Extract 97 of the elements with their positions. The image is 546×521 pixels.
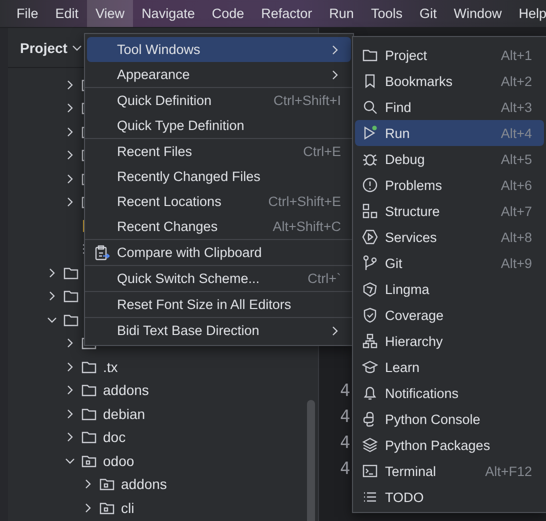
menu-bar-item[interactable]: Navigate xyxy=(133,0,204,27)
tree-item-label[interactable]: addons xyxy=(103,382,149,398)
menu-item[interactable]: Reset Font Size in All Editors xyxy=(87,292,351,317)
menu-bar-item[interactable]: View xyxy=(87,0,134,27)
tree-item-label[interactable]: addons xyxy=(121,476,167,492)
folder-icon xyxy=(63,266,79,280)
folder-icon xyxy=(63,289,79,304)
tree-item-label[interactable]: doc xyxy=(103,429,126,446)
hierarchy-icon xyxy=(362,333,378,349)
menu-item[interactable]: Debug Alt+5 xyxy=(355,146,544,172)
panel-title[interactable]: Project xyxy=(20,40,68,56)
menu-item[interactable]: Recent Files Ctrl+E xyxy=(87,139,351,164)
line-number: 4 xyxy=(340,380,350,403)
menu-item[interactable]: Tool Windows xyxy=(87,37,351,62)
menu-bar-item[interactable]: Code xyxy=(203,0,253,27)
structure-icon xyxy=(362,203,378,219)
chevron-right-icon xyxy=(48,291,56,302)
graduation-cap-icon xyxy=(362,359,378,375)
clipboard-compare-icon xyxy=(94,244,110,260)
chevron-down-icon xyxy=(47,316,57,324)
line-number: 4 xyxy=(340,458,350,481)
swirl-icon xyxy=(362,281,378,297)
tree-item-label[interactable]: debian xyxy=(103,406,146,422)
chevron-right-icon xyxy=(66,126,74,137)
menu-bar-item[interactable]: Help xyxy=(510,0,546,27)
folder-icon xyxy=(81,406,97,421)
chevron-right-icon xyxy=(66,385,74,396)
menu-bar-item[interactable]: Edit xyxy=(46,0,88,27)
tree-item-label[interactable]: .tx xyxy=(103,358,118,375)
chevron-right-icon xyxy=(66,362,74,372)
menu-bar-item[interactable]: Tools xyxy=(362,0,411,27)
menu-item[interactable]: Quick Definition Ctrl+Shift+I xyxy=(87,88,351,113)
warning-circle-icon xyxy=(362,177,378,193)
services-icon xyxy=(362,229,378,245)
menu-item[interactable]: Lingma xyxy=(355,276,544,302)
tree-item-label[interactable]: odoo xyxy=(103,452,134,469)
chevron-right-icon xyxy=(84,502,92,513)
chevron-down-icon xyxy=(72,44,82,52)
chevron-right-icon xyxy=(66,408,74,419)
menu-item[interactable]: Appearance xyxy=(87,62,351,87)
menu-bar-item[interactable]: Window xyxy=(445,0,510,27)
menu-item[interactable]: Find Alt+3 xyxy=(355,94,544,120)
chevron-right-icon xyxy=(66,174,74,184)
chevron-right-icon xyxy=(84,479,92,490)
menu-bar-item[interactable]: File xyxy=(8,0,47,27)
search-icon xyxy=(362,99,378,115)
menu-item[interactable]: Git Alt+9 xyxy=(355,250,544,276)
menu-item[interactable]: Quick Switch Scheme... Ctrl+` xyxy=(87,266,351,291)
menu-item[interactable]: Python Packages xyxy=(355,432,544,458)
bell-icon xyxy=(362,385,378,401)
chevron-right-icon xyxy=(66,150,74,160)
branch-icon xyxy=(362,255,378,271)
folder-icon xyxy=(63,312,79,327)
menu-item[interactable]: Learn xyxy=(355,354,544,380)
chevron-right-icon xyxy=(66,197,74,208)
folder-icon xyxy=(81,430,97,444)
menu-item[interactable]: Problems Alt+6 xyxy=(355,172,544,198)
menu-bar-item[interactable]: Git xyxy=(410,0,446,27)
package-folder-icon xyxy=(99,477,115,492)
menu-item[interactable]: Coverage xyxy=(355,302,544,328)
menu-item[interactable]: Terminal Alt+F12 xyxy=(355,458,544,484)
menu-item[interactable]: Recent Locations Ctrl+Shift+E xyxy=(87,189,351,214)
menu-item[interactable]: Recently Changed Files xyxy=(87,164,351,189)
menu-item[interactable]: Bookmarks Alt+2 xyxy=(355,68,544,94)
layers-icon xyxy=(362,437,378,453)
chevron-right-icon xyxy=(66,80,74,90)
menu-bar-item[interactable]: Run xyxy=(320,0,362,27)
play-icon xyxy=(362,125,378,141)
menu-item[interactable]: Notifications xyxy=(355,380,544,406)
menu-item[interactable]: Services Alt+8 xyxy=(355,224,544,250)
terminal-icon xyxy=(362,463,378,479)
menu-item[interactable]: Run Alt+4 xyxy=(355,120,544,146)
menu-item[interactable]: Python Console xyxy=(355,406,544,432)
package-folder-icon xyxy=(99,500,115,515)
folder-icon xyxy=(362,48,378,62)
menu-item[interactable]: TODO xyxy=(355,484,544,510)
tree-item-label[interactable]: cli xyxy=(121,500,134,516)
menu-item[interactable]: Project Alt+1 xyxy=(355,42,544,68)
folder-icon xyxy=(81,360,97,374)
folder-icon xyxy=(81,383,97,398)
chevron-down-icon xyxy=(65,456,75,465)
chevron-right-icon xyxy=(66,432,74,442)
menu-item[interactable]: Bidi Text Base Direction xyxy=(87,318,351,343)
chevron-right-icon xyxy=(66,338,74,348)
chevron-right-icon xyxy=(48,268,56,278)
menu-item[interactable]: Hierarchy xyxy=(355,328,544,354)
scrollbar[interactable] xyxy=(307,400,315,521)
package-folder-icon xyxy=(81,454,97,468)
line-number: 4 xyxy=(340,432,350,455)
menu-item[interactable]: Structure Alt+7 xyxy=(355,198,544,224)
shield-icon xyxy=(362,307,378,323)
menu-item[interactable]: Compare with Clipboard xyxy=(87,240,351,265)
line-number: 4 xyxy=(340,406,350,429)
chevron-right-icon xyxy=(66,103,74,114)
menu-item[interactable]: Recent Changes Alt+Shift+C xyxy=(87,214,351,239)
menu-item[interactable]: Quick Type Definition xyxy=(87,113,351,138)
menu-bar-item[interactable]: Refactor xyxy=(252,0,321,27)
